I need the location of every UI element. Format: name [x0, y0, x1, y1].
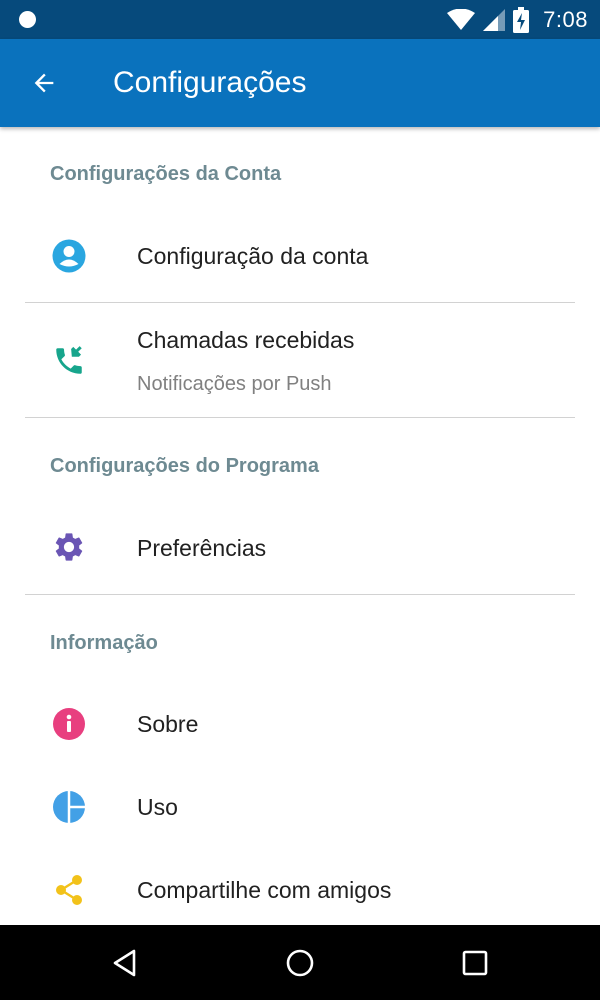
- nav-home-button[interactable]: [274, 937, 326, 989]
- setting-item-about[interactable]: Sobre: [0, 683, 600, 765]
- section-header-information: Informação: [50, 632, 158, 654]
- setting-item-title: Compartilhe com amigos: [137, 877, 392, 903]
- setting-item-account[interactable]: Configuração da conta: [0, 215, 600, 303]
- section-header-program: Configurações do Programa: [50, 455, 319, 477]
- nav-recents-icon: [462, 950, 488, 976]
- nav-home-icon: [286, 949, 314, 977]
- share-icon: [50, 871, 88, 909]
- wifi-icon: [447, 8, 476, 30]
- status-bar: 7:08: [0, 0, 600, 39]
- nav-recents-button[interactable]: [449, 937, 501, 989]
- setting-item-title: Configuração da conta: [137, 243, 369, 269]
- status-time: 7:08: [543, 6, 588, 32]
- pie-chart-icon: [50, 788, 88, 826]
- app-bar: Configurações: [0, 39, 600, 127]
- info-icon: [50, 705, 88, 743]
- setting-item-title: Uso: [137, 794, 178, 820]
- battery-charging-icon: [513, 6, 530, 33]
- arrow-back-icon: [34, 73, 54, 93]
- page-title: Configurações: [113, 66, 307, 99]
- setting-item-usage[interactable]: Uso: [0, 766, 600, 848]
- notification-dot-icon: [19, 11, 36, 28]
- back-button[interactable]: [20, 59, 68, 107]
- nav-back-button[interactable]: [99, 937, 151, 989]
- gear-icon: [50, 528, 88, 566]
- nav-back-icon: [113, 949, 136, 977]
- account-circle-icon: [50, 237, 88, 275]
- system-nav-bar: [0, 925, 600, 1000]
- incoming-call-icon: [50, 342, 88, 380]
- status-icons: 7:08: [447, 0, 588, 39]
- setting-item-incoming-calls[interactable]: Chamadas recebidas Notificações por Push: [0, 303, 600, 417]
- setting-item-preferences[interactable]: Preferências: [0, 503, 600, 595]
- setting-item-title: Preferências: [137, 535, 267, 561]
- divider: [25, 417, 575, 418]
- setting-item-title: Chamadas recebidas: [137, 327, 355, 353]
- setting-item-subtitle: Notificações por Push: [137, 373, 332, 395]
- divider: [25, 594, 575, 595]
- setting-item-share[interactable]: Compartilhe com amigos: [0, 849, 600, 925]
- section-header-account: Configurações da Conta: [50, 163, 282, 185]
- setting-item-title: Sobre: [137, 711, 199, 737]
- cell-signal-icon: [483, 8, 506, 31]
- settings-list: Configurações da Conta Configuração da c…: [0, 127, 600, 925]
